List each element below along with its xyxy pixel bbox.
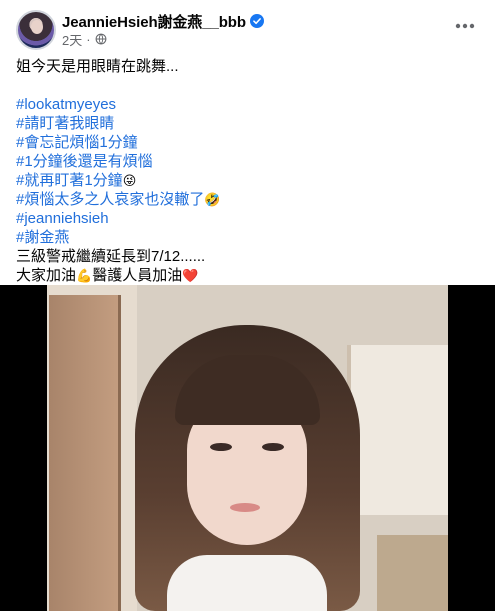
post-text-line: 大家加油💪醫護人員加油❤️ [16,267,199,284]
post-text-line: 姐今天是用眼睛在跳舞... [16,58,179,75]
hashtag-link[interactable]: #jeanniehsieh [16,209,479,228]
flexed-biceps-emoji-icon: 💪 [76,269,93,284]
more-horizontal-icon [455,23,475,29]
author-name[interactable]: JeannieHsieh謝金燕__bbb [62,11,246,32]
globe-icon[interactable] [95,33,107,45]
hashtag-link[interactable]: #煩惱太多之人哀家也沒轍了🤣 [16,190,479,209]
author-avatar[interactable] [16,10,56,50]
post-header: JeannieHsieh謝金燕__bbb 2天 · [16,10,479,50]
person-shirt [167,555,327,611]
hashtag-link[interactable]: #1分鐘後還是有煩惱 [16,152,479,171]
person-eye-right [262,443,284,451]
background-shelf [377,535,448,611]
video-player[interactable] [0,285,495,611]
meta-separator: · [86,31,91,47]
video-thumbnail[interactable] [47,285,448,611]
background-window [347,345,448,515]
hashtag-link[interactable]: #lookatmyeyes [16,95,479,114]
hashtag-link[interactable]: #謝金燕 [16,228,479,247]
post-text-spacer [16,76,479,95]
post-meta: 2天 · [62,30,107,49]
author-line: JeannieHsieh謝金燕__bbb [62,11,264,31]
hashtag-link[interactable]: #就再盯著1分鐘😜 [16,171,479,190]
hashtag-link[interactable]: #請盯著我眼睛 [16,114,479,133]
background-door [49,295,121,611]
facebook-post: JeannieHsieh謝金燕__bbb 2天 · 姐今天是用眼睛在跳舞... [0,0,495,611]
more-options-button[interactable] [451,16,479,36]
winking-tongue-emoji-icon: 😜 [122,174,137,189]
red-heart-emoji-icon: ❤️ [182,269,199,284]
verified-badge-icon [249,14,264,28]
rofl-emoji-icon: 🤣 [204,193,221,208]
hashtag-link[interactable]: #會忘記煩惱1分鐘 [16,133,479,152]
post-text: 姐今天是用眼睛在跳舞... #lookatmyeyes #請盯著我眼睛 #會忘記… [16,57,479,285]
post-timestamp[interactable]: 2天 [62,30,82,49]
post-text-line: 三級警戒繼續延長到7/12...... [16,248,206,265]
person-eye-left [210,443,232,451]
person-mouth [230,503,260,512]
